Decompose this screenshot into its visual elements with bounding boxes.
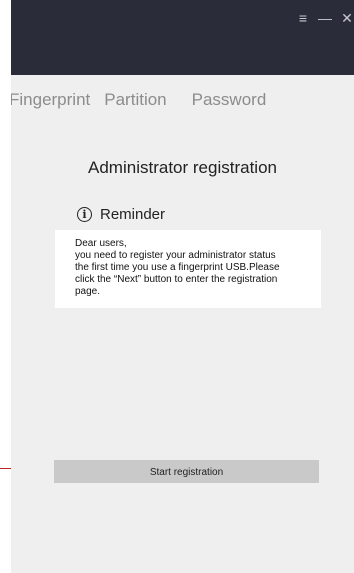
reminder-header: i Reminder	[77, 206, 165, 223]
tab-bar: Fingerprint Partition Password	[11, 88, 266, 112]
message-line: page.	[75, 286, 101, 297]
reminder-label: Reminder	[100, 206, 166, 223]
message-line: you need to register your administrator …	[75, 250, 276, 261]
info-circle-icon: i	[77, 207, 92, 222]
tab-password[interactable]: Password	[192, 90, 267, 110]
message-line: click the “Next” button to enter the reg…	[75, 274, 278, 285]
tab-fingerprint[interactable]: Fingerprint	[11, 90, 90, 110]
message-line: the first time you use a fingerprint USB…	[75, 262, 280, 273]
reminder-message-box: Dear users, you need to register your ad…	[55, 230, 321, 308]
window-controls: ≡ — ✕	[296, 10, 354, 26]
menu-icon[interactable]: ≡	[296, 10, 310, 26]
tab-partition[interactable]: Partition	[104, 90, 166, 110]
app-window: ≡ — ✕ Fingerprint Partition Password Adm…	[11, 0, 354, 573]
page-title: Administrator registration	[88, 158, 277, 177]
message-line: Dear users,	[75, 238, 127, 249]
title-bar: ≡ — ✕	[11, 0, 354, 75]
close-icon[interactable]: ✕	[340, 10, 354, 26]
start-registration-button[interactable]: Start registration	[54, 460, 319, 483]
minimize-icon[interactable]: —	[318, 10, 332, 26]
